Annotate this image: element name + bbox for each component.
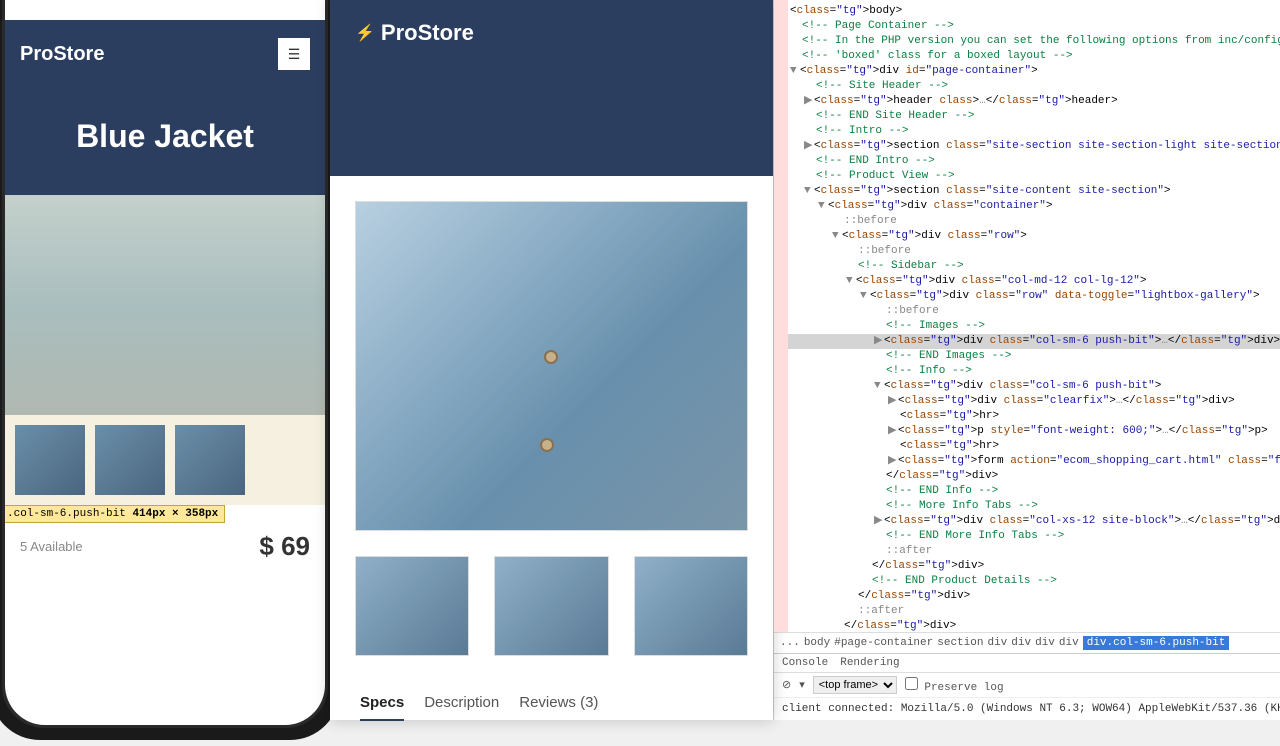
dom-node[interactable]: <!-- END Intro --> bbox=[774, 154, 1280, 169]
dom-node[interactable]: <!-- END More Info Tabs --> bbox=[774, 529, 1280, 544]
dom-node[interactable]: </class="tg">div> bbox=[774, 469, 1280, 484]
dom-node[interactable]: </class="tg">div> bbox=[774, 589, 1280, 604]
devtools-panel: ▼<class="tg">body><!-- Page Container --… bbox=[773, 0, 1280, 720]
dom-node[interactable]: ▶<class="tg">section class="site-section… bbox=[774, 139, 1280, 154]
dom-node[interactable]: </class="tg">div> bbox=[774, 619, 1280, 632]
preserve-log-checkbox[interactable]: Preserve log bbox=[905, 677, 1004, 694]
devtools-drawer: Console Rendering ⊘ ▾ <top frame> Preserv… bbox=[774, 653, 1280, 720]
product-main-image[interactable] bbox=[355, 201, 748, 531]
breadcrumb-item[interactable]: section bbox=[937, 637, 983, 649]
product-tab[interactable]: Description bbox=[424, 686, 499, 721]
mobile-header: ProStore ☰ bbox=[5, 20, 325, 88]
breadcrumb-item[interactable]: div bbox=[1035, 637, 1055, 649]
dom-node[interactable]: <!-- END Info --> bbox=[774, 484, 1280, 499]
product-thumb[interactable] bbox=[95, 425, 165, 495]
dom-node[interactable]: ::after bbox=[774, 604, 1280, 619]
thumbnail-row bbox=[5, 415, 325, 505]
dom-node[interactable]: <!-- Info --> bbox=[774, 364, 1280, 379]
dom-node[interactable]: ▼<class="tg">div class="col-md-12 col-lg… bbox=[774, 274, 1280, 289]
product-thumb[interactable] bbox=[634, 556, 748, 656]
product-tab[interactable]: Specs bbox=[360, 686, 404, 721]
dom-node[interactable]: ::before bbox=[774, 244, 1280, 259]
root-layout: ProStore ☰ Blue Jacket .col-sm-6. bbox=[0, 0, 1280, 720]
dom-node[interactable]: <!-- END Images --> bbox=[774, 349, 1280, 364]
dom-node[interactable]: ▼<class="tg">body> bbox=[774, 4, 1280, 19]
dom-node[interactable]: ::after bbox=[774, 544, 1280, 559]
product-thumb[interactable] bbox=[494, 556, 608, 656]
drawer-tabs[interactable]: Console Rendering bbox=[774, 654, 1280, 673]
dom-node[interactable]: ▼<class="tg">div class="row" data-toggle… bbox=[774, 289, 1280, 304]
dom-node[interactable]: <!-- Page Container --> bbox=[774, 19, 1280, 34]
dom-node[interactable]: </class="tg">div> bbox=[774, 559, 1280, 574]
filter-icon[interactable]: ▾ bbox=[799, 678, 805, 692]
elements-tree[interactable]: ▼<class="tg">body><!-- Page Container --… bbox=[774, 0, 1280, 632]
product-tab[interactable]: Reviews (3) bbox=[519, 686, 598, 721]
product-tabs: Specs Description Reviews (3) bbox=[355, 686, 748, 721]
desktop-preview-column: ⚡ ProStore Specs Description Reviews (3) bbox=[330, 0, 773, 720]
product-thumb[interactable] bbox=[175, 425, 245, 495]
dom-node[interactable]: ▶<class="tg">header class>…</class="tg">… bbox=[774, 94, 1280, 109]
breadcrumb-item[interactable]: body bbox=[804, 637, 830, 649]
dom-node[interactable]: ▼<class="tg">div class="row"> bbox=[774, 229, 1280, 244]
breadcrumb-item[interactable]: ... bbox=[780, 637, 800, 649]
product-thumb[interactable] bbox=[15, 425, 85, 495]
dom-node[interactable]: <!-- In the PHP version you can set the … bbox=[774, 34, 1280, 49]
desktop-subheader bbox=[330, 66, 773, 176]
frame-selector[interactable]: <top frame> bbox=[813, 676, 897, 694]
dom-node[interactable]: <!-- 'boxed' class for a boxed layout --… bbox=[774, 49, 1280, 64]
breadcrumb-trail[interactable]: ...body#page-containersectiondivdivdivdi… bbox=[774, 632, 1280, 653]
dom-node[interactable]: <!-- More Info Tabs --> bbox=[774, 499, 1280, 514]
hamburger-menu-button[interactable]: ☰ bbox=[278, 38, 310, 70]
product-hero-image[interactable] bbox=[5, 195, 325, 415]
mobile-logo: ProStore bbox=[20, 43, 104, 66]
dom-node[interactable]: ▶<class="tg">div class="col-sm-6 push-bi… bbox=[774, 334, 1280, 349]
breadcrumb-item[interactable]: div bbox=[1011, 637, 1031, 649]
dom-node[interactable]: ▼<class="tg">section class="site-content… bbox=[774, 184, 1280, 199]
dom-node[interactable]: <class="tg">hr> bbox=[774, 409, 1280, 424]
product-title: Blue Jacket bbox=[5, 88, 325, 195]
desktop-header: ⚡ ProStore bbox=[330, 0, 773, 66]
breadcrumb-item[interactable]: #page-container bbox=[834, 637, 933, 649]
dom-node[interactable]: ▼<class="tg">div class="col-sm-6 push-bi… bbox=[774, 379, 1280, 394]
clear-console-icon[interactable]: ⊘ bbox=[782, 678, 791, 692]
breadcrumb-item[interactable]: div bbox=[1059, 637, 1079, 649]
dom-node[interactable]: ▶<class="tg">p style="font-weight: 600;"… bbox=[774, 424, 1280, 439]
drawer-tab[interactable]: Console bbox=[782, 657, 828, 669]
dom-node[interactable]: <!-- Site Header --> bbox=[774, 79, 1280, 94]
dom-node[interactable]: <!-- END Product Details --> bbox=[774, 574, 1280, 589]
devtools-dimension-tooltip: .col-sm-6.push-bit 414px × 358px bbox=[5, 505, 225, 523]
price-row: 5 Available $ 69 bbox=[5, 523, 325, 570]
dom-node[interactable]: <!-- Images --> bbox=[774, 319, 1280, 334]
bolt-icon: ⚡ bbox=[355, 23, 375, 43]
dom-node[interactable]: ▼<class="tg">div id="page-container"> bbox=[774, 64, 1280, 79]
dom-node[interactable]: ::before bbox=[774, 214, 1280, 229]
dom-node[interactable]: ▶<class="tg">div class="col-xs-12 site-b… bbox=[774, 514, 1280, 529]
drawer-tab[interactable]: Rendering bbox=[840, 657, 899, 669]
breadcrumb-item[interactable]: div bbox=[987, 637, 1007, 649]
desktop-logo: ProStore bbox=[381, 20, 474, 46]
dom-node[interactable]: <class="tg">hr> bbox=[774, 439, 1280, 454]
breadcrumb-item[interactable]: div.col-sm-6.push-bit bbox=[1083, 636, 1230, 650]
dom-node[interactable]: <!-- Sidebar --> bbox=[774, 259, 1280, 274]
thumbnail-row bbox=[355, 556, 748, 656]
console-log-entry: client connected: Mozilla/5.0 (Windows N… bbox=[774, 698, 1280, 720]
price-text: $ 69 bbox=[259, 531, 310, 562]
dom-node[interactable]: ::before bbox=[774, 304, 1280, 319]
dom-node[interactable]: <!-- Intro --> bbox=[774, 124, 1280, 139]
console-toolbar: ⊘ ▾ <top frame> Preserve log bbox=[774, 673, 1280, 698]
dom-node[interactable]: ▶<class="tg">form action="ecom_shopping_… bbox=[774, 454, 1280, 469]
dom-node[interactable]: ▶<class="tg">div class="clearfix">…</cla… bbox=[774, 394, 1280, 409]
dom-node[interactable]: ▼<class="tg">div class="container"> bbox=[774, 199, 1280, 214]
product-thumb[interactable] bbox=[355, 556, 469, 656]
mobile-preview-column: ProStore ☰ Blue Jacket .col-sm-6. bbox=[0, 0, 330, 720]
phone-frame: ProStore ☰ Blue Jacket .col-sm-6. bbox=[0, 0, 340, 740]
dom-node[interactable]: <!-- END Site Header --> bbox=[774, 109, 1280, 124]
dom-node[interactable]: <!-- Product View --> bbox=[774, 169, 1280, 184]
availability-text: 5 Available bbox=[20, 539, 83, 554]
